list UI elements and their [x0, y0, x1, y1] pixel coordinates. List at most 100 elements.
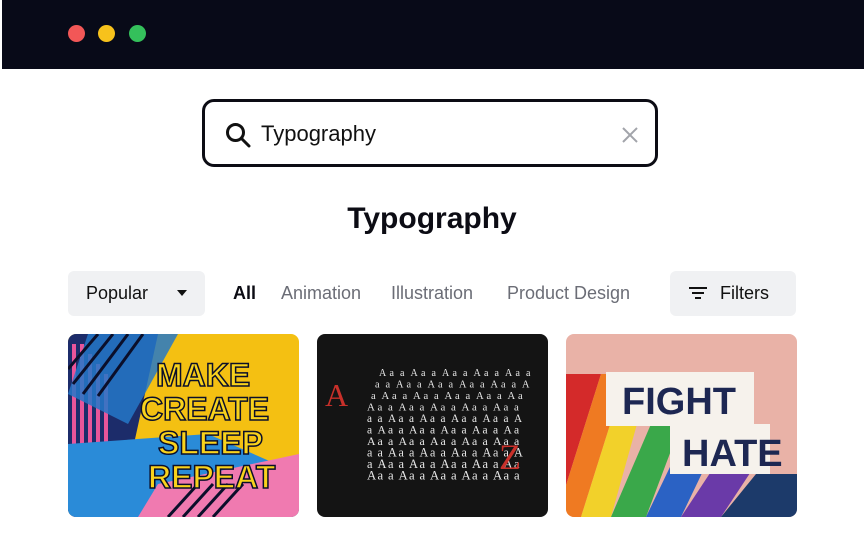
tab-animation[interactable]: Animation — [281, 283, 361, 304]
card-2-pattern-letter: A — [522, 380, 530, 391]
card-2-pattern-letter: a — [386, 380, 391, 391]
card-2-pattern-letter: a — [378, 469, 384, 483]
card-2-pattern-letter: A — [476, 391, 484, 402]
card-2-pattern-letter: a — [388, 402, 393, 414]
window-titlebar — [2, 0, 864, 69]
card-2-pattern-letter: a — [399, 413, 404, 425]
card-2-pattern-letter: a — [453, 368, 458, 379]
card-2-letter-a: A — [325, 377, 348, 413]
shot-card[interactable]: AaaAaaAaaAaaAaaaaAaaAaaAaaAaaAaAaaAaaAaa… — [317, 334, 548, 517]
card-2-pattern-letter: a — [409, 402, 414, 414]
card-2-pattern-letter: A — [399, 402, 407, 414]
filter-icon — [689, 287, 707, 299]
maximize-window-button[interactable] — [129, 25, 146, 42]
card-2-letter-z: Z — [499, 437, 521, 477]
card-2-pattern-letter: A — [367, 469, 377, 483]
card-2-pattern-letter: a — [434, 391, 439, 402]
card-2-pattern-letter: A — [514, 413, 522, 425]
card-2-pattern-letter: a — [493, 413, 498, 425]
card-1-line-1: MAKE — [156, 357, 250, 393]
card-2-pattern-letter: a — [392, 391, 397, 402]
tab-product-design[interactable]: Product Design — [507, 283, 630, 304]
close-icon[interactable] — [621, 126, 639, 144]
card-2-pattern-letter: A — [428, 380, 436, 391]
card-2-pattern-letter: A — [411, 368, 419, 379]
card-2-pattern-letter: a — [483, 469, 489, 483]
card-2-pattern-letter: a — [371, 391, 376, 402]
card-2-pattern-letter: a — [495, 368, 500, 379]
card-2-pattern-letter: A — [420, 413, 428, 425]
card-2-pattern-letter: a — [451, 402, 456, 414]
card-2-pattern-letter: a — [409, 413, 414, 425]
card-2-pattern-letter: A — [430, 402, 438, 414]
card-2-pattern-letter: a — [424, 391, 429, 402]
close-window-button[interactable] — [68, 25, 85, 42]
card-2-pattern-letter: a — [512, 380, 517, 391]
card-2-pattern-letter: a — [516, 368, 521, 379]
card-2-pattern-letter: A — [451, 413, 459, 425]
shot-card[interactable]: FIGHT HATE — [566, 334, 797, 517]
filters-label: Filters — [720, 283, 769, 303]
card-2-pattern-letter: a — [487, 391, 492, 402]
card-2-pattern-letter: A — [474, 368, 482, 379]
chevron-down-icon — [177, 290, 187, 296]
card-2-pattern-letter: A — [483, 413, 491, 425]
card-2-pattern-letter: a — [375, 380, 380, 391]
card-2-pattern-letter: a — [407, 380, 412, 391]
card-2-pattern-letter: a — [472, 469, 478, 483]
card-2-pattern-letter: A — [379, 368, 387, 379]
card-2-pattern-letter: a — [518, 391, 523, 402]
minimize-window-button[interactable] — [98, 25, 115, 42]
card-2-pattern-letter: a — [455, 391, 460, 402]
card-2-pattern-letter: A — [491, 380, 499, 391]
card-2-pattern-letter: A — [430, 469, 440, 483]
card-2-pattern-letter: A — [367, 402, 375, 414]
card-2-pattern-letter: a — [420, 402, 425, 414]
tab-illustration[interactable]: Illustration — [391, 283, 473, 304]
card-2-pattern-letter: a — [472, 413, 477, 425]
card-2-pattern-letter: a — [420, 469, 426, 483]
card-2-pattern-letter: A — [445, 391, 453, 402]
sort-dropdown-label: Popular — [86, 283, 149, 303]
card-2-pattern-letter: a — [504, 413, 509, 425]
search-input[interactable] — [261, 116, 601, 152]
card-2-pattern-letter: a — [480, 380, 485, 391]
card-2-pattern-letter: a — [378, 413, 383, 425]
card-2-pattern-letter: a — [484, 368, 489, 379]
card-2-pattern-letter: a — [514, 402, 519, 414]
card-2-pattern-letter: a — [472, 402, 477, 414]
search-icon — [226, 123, 251, 148]
card-2-pattern-letter: a — [430, 413, 435, 425]
card-2-pattern-letter: a — [438, 380, 443, 391]
card-2-pattern-letter: a — [367, 413, 372, 425]
card-2-pattern-letter: a — [497, 391, 502, 402]
card-2-pattern-letter: a — [403, 391, 408, 402]
card-2-pattern-letter: a — [483, 402, 488, 414]
card-2-pattern-letter: A — [493, 402, 501, 414]
search-box — [202, 99, 658, 167]
tab-all[interactable]: All — [233, 283, 256, 304]
card-2-pattern-letter: A — [399, 469, 409, 483]
shot-thumbnail: MAKE CREATE SLEEP REPEAT — [68, 334, 299, 517]
card-2-pattern-letter: a — [441, 413, 446, 425]
card-2-pattern-letter: a — [378, 402, 383, 414]
card-2-pattern-letter: A — [388, 413, 396, 425]
filters-button[interactable]: Filters — [670, 271, 796, 316]
card-1-line-3: SLEEP — [158, 425, 263, 461]
card-2-pattern-letter: a — [463, 368, 468, 379]
card-2-pattern-letter: a — [441, 402, 446, 414]
card-2-pattern-letter: a — [470, 380, 475, 391]
card-2-pattern-letter: A — [382, 391, 390, 402]
sort-dropdown[interactable]: Popular — [68, 271, 205, 316]
card-2-pattern-letter: A — [413, 391, 421, 402]
card-2-pattern-letter: a — [421, 368, 426, 379]
card-2-pattern-letter: A — [462, 469, 472, 483]
card-2-pattern-letter: a — [462, 413, 467, 425]
card-1-line-4: REPEAT — [148, 459, 276, 495]
card-2-pattern-letter: a — [449, 380, 454, 391]
card-2-pattern-letter: A — [505, 368, 513, 379]
shot-card[interactable]: MAKE CREATE SLEEP REPEAT — [68, 334, 299, 517]
card-3-line-2: HATE — [682, 433, 783, 475]
card-2-pattern-letter: a — [400, 368, 405, 379]
card-2-pattern-letter: a — [451, 469, 457, 483]
